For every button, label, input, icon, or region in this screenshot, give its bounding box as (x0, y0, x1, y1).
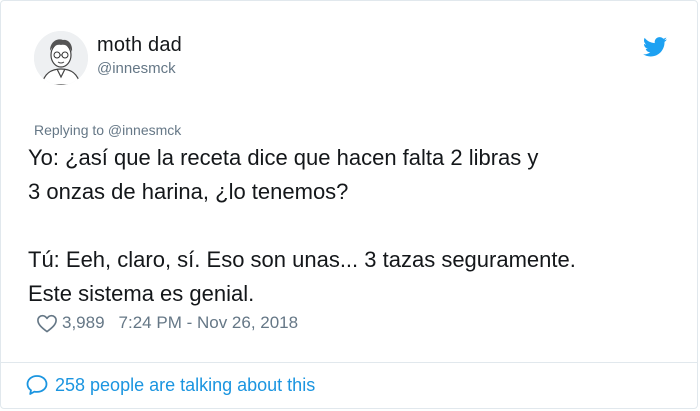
speech-bubble-icon (26, 375, 48, 395)
author-display-name[interactable]: moth dad (97, 34, 182, 57)
tweet-line-2: 3 onzas de harina, ¿lo tenemos? (28, 179, 349, 204)
talking-label[interactable]: 258 people are talking about this (55, 375, 315, 396)
avatar-drawing (34, 31, 88, 85)
divider (1, 362, 697, 363)
talking-link[interactable]: 258 people are talking about this (25, 373, 315, 397)
tweet-body: Yo: ¿así que la receta dice que hacen fa… (28, 141, 693, 311)
tweet-timestamp[interactable]: 7:24 PM - Nov 26, 2018 (119, 313, 299, 333)
tweet-line-3: Tú: Eeh, claro, sí. Eso son unas... 3 ta… (28, 247, 576, 272)
tweet-card: moth dad @innesmck Replying to @innesmck… (0, 0, 698, 409)
like-count[interactable]: 3,989 (62, 313, 105, 333)
tweet-line-4: Este sistema es genial. (28, 281, 255, 306)
tweet-meta: 3,989 7:24 PM - Nov 26, 2018 (36, 313, 298, 333)
heart-icon[interactable] (36, 313, 58, 333)
author-handle[interactable]: @innesmck (97, 60, 176, 77)
twitter-bird-icon[interactable] (643, 37, 667, 57)
tweet-line-1: Yo: ¿así que la receta dice que hacen fa… (28, 145, 539, 170)
reply-context[interactable]: Replying to @innesmck (34, 122, 181, 138)
avatar[interactable] (34, 31, 88, 85)
